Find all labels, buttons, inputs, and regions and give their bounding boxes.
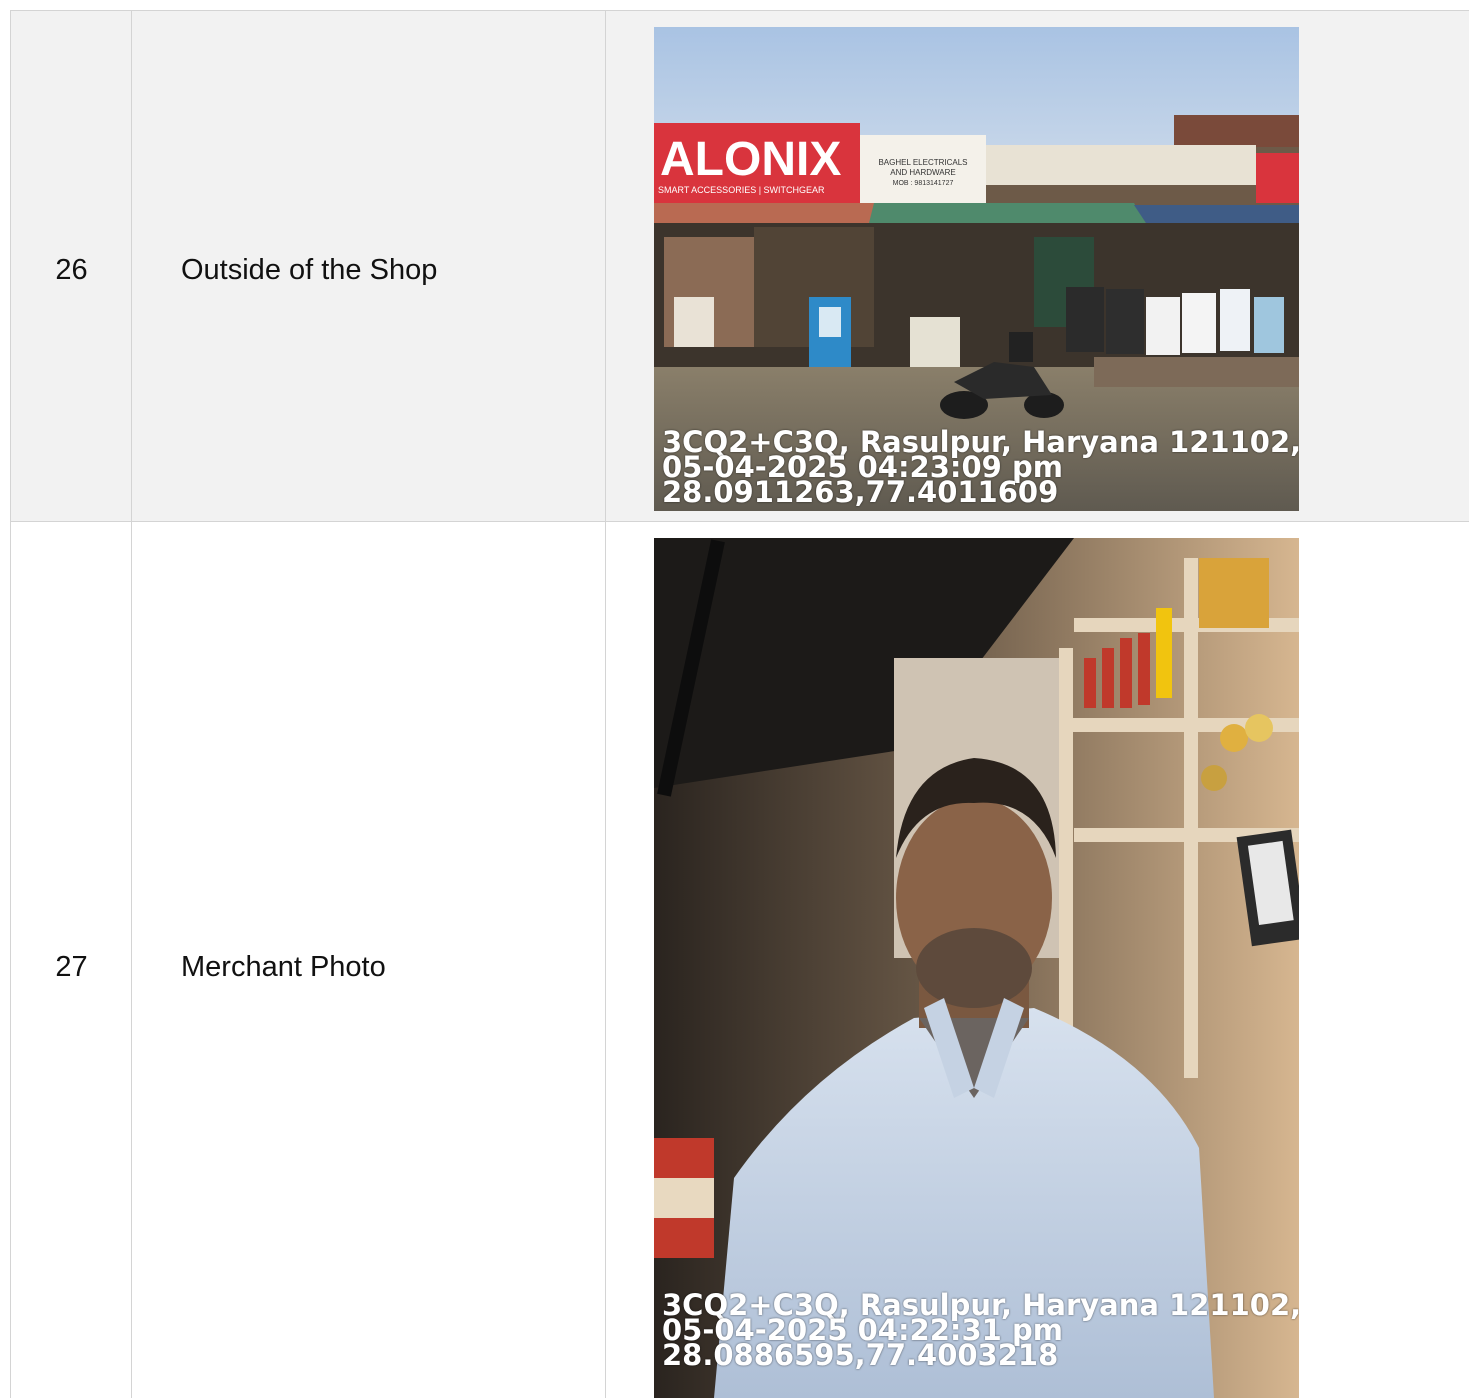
photo-cell: ALONIX SMART ACCESSORIES | SWITCHGEAR BA… xyxy=(605,11,1469,522)
table-row: 27 Merchant Photo 3CQ2+C3Q, Rasulpur, Ha… xyxy=(10,521,1469,1398)
row-label: Outside of the Shop xyxy=(181,254,438,286)
label-cell: Merchant Photo xyxy=(131,522,605,1398)
geo-stamp: 3CQ2+C3Q, Rasulpur, Haryana 121102, Indi… xyxy=(662,1291,1299,1372)
row-number: 26 xyxy=(55,254,88,286)
sign-shop-name-1: BAGHEL ELECTRICALS xyxy=(878,158,967,167)
stamp-coords: 28.0886595,77.4003218 xyxy=(662,1338,1059,1372)
shop-outside-photo[interactable]: ALONIX SMART ACCESSORIES | SWITCHGEAR BA… xyxy=(654,27,1299,511)
label-cell: Outside of the Shop xyxy=(131,11,605,522)
sign-tagline: SMART ACCESSORIES | SWITCHGEAR xyxy=(658,185,825,195)
sign-shop-name-2: AND HARDWARE xyxy=(890,168,955,177)
photo-cell: 3CQ2+C3Q, Rasulpur, Haryana 121102, Indi… xyxy=(605,522,1469,1398)
stamp-coords: 28.0911263,77.4011609 xyxy=(662,475,1059,509)
row-number: 27 xyxy=(55,951,88,983)
sign-mobile: MOB : 9813141727 xyxy=(893,180,954,187)
merchant-scene xyxy=(654,538,1299,1398)
sign-brand: ALONIX xyxy=(660,133,841,186)
number-cell: 26 xyxy=(10,11,131,522)
report-table: 26 Outside of the Shop ALONIX SMART ACCE… xyxy=(10,10,1469,1398)
table-row: 26 Outside of the Shop ALONIX SMART ACCE… xyxy=(10,10,1469,522)
merchant-photo[interactable]: 3CQ2+C3Q, Rasulpur, Haryana 121102, Indi… xyxy=(654,538,1299,1398)
number-cell: 27 xyxy=(10,522,131,1398)
geo-stamp: 3CQ2+C3Q, Rasulpur, Haryana 121102, Indi… xyxy=(662,428,1299,509)
row-label: Merchant Photo xyxy=(181,951,386,983)
